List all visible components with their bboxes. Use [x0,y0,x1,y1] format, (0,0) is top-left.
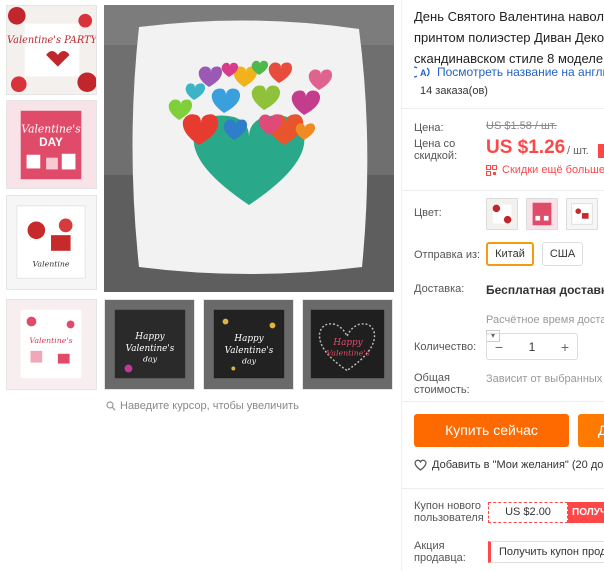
seller-promo-label: Акция продавца: [414,540,466,564]
product-title: День Святого Валентина навол принтом пол… [414,6,604,69]
translate-icon: A [414,66,430,78]
buy-now-button[interactable]: Купить сейчас [414,414,569,447]
more-discounts-link[interactable]: Скидки ещё больше [486,164,604,176]
discount-price: US $1.26 [486,137,566,158]
divider [402,401,604,402]
svg-text:Happy: Happy [134,332,165,342]
ship-from-usa[interactable]: США [542,242,583,266]
get-coupon-button[interactable]: ПОЛУЧ [568,502,604,523]
title-line-2: принтом полиэстер Диван Деко [414,30,604,45]
discount-price-label: Цена со скидкой: [414,138,457,162]
main-product-image[interactable] [104,5,394,292]
svg-text:Valentine's: Valentine's [21,122,81,135]
wishlist-text[interactable]: Добавить в "Мои желания" (20 доб [432,459,604,471]
color-swatch-1[interactable] [486,198,518,230]
divider [402,488,604,489]
add-to-cart-button[interactable]: Д [578,414,604,447]
color-swatch-3[interactable] [566,198,598,230]
product-info-panel: День Святого Валентина навол принтом пол… [401,0,604,571]
svg-text:A: A [420,68,427,78]
ship-from-china[interactable]: Китай [486,242,534,266]
thumbnail-1[interactable]: Valentine's PARTY [6,5,97,95]
translate-title-link[interactable]: A Посмотреть название на английс [414,65,604,79]
divider [402,108,604,109]
seller-label-line-2: продавца: [414,552,466,564]
svg-text:day: day [242,357,257,366]
svg-text:Valentine's: Valentine's [326,349,369,358]
coupon-label-line-1: Купон нового [414,500,482,512]
thumbnail-7[interactable]: Happy Valentine's [302,299,393,390]
seller-label-line-1: Акция [414,540,445,552]
svg-text:Valentine: Valentine [32,259,69,268]
total-label-line-1: Общая [414,372,450,384]
thumbnail-2[interactable]: Valentine's DAY [6,100,97,189]
zoom-hint: Наведите курсор, чтобы увеличить [106,400,299,412]
get-seller-coupon-button[interactable]: Получить купон продав [488,541,604,563]
qr-icon [486,164,497,176]
old-price: US $1.58 / шт. [486,120,557,132]
total-label: Общая стоимость: [414,372,470,396]
new-user-coupon-label: Купон нового пользователя [414,500,484,524]
quantity-stepper: − 1 + [486,333,578,360]
title-line-1: День Святого Валентина навол [414,9,604,24]
translate-link-text[interactable]: Посмотреть название на английс [437,65,604,79]
orders-count: 14 заказа(ов) [420,85,488,97]
total-price-note: Зависит от выбранных з [486,373,604,385]
color-label: Цвет: [414,207,442,219]
discount-badge [598,144,604,158]
delivery-label: Доставка: [414,283,465,295]
discount-label-line-2: скидкой: [414,150,458,162]
thumbnail-3[interactable]: Valentine [6,195,97,290]
heart-icon [414,459,427,471]
quantity-minus-button[interactable]: − [487,339,511,355]
svg-text:Valentine's: Valentine's [225,346,274,356]
new-user-coupon-value: US $2.00 [488,502,568,523]
price-unit: / шт. [567,145,589,157]
quantity-input[interactable]: 1 [511,340,553,354]
svg-text:day: day [143,355,158,364]
total-label-line-2: стоимость: [414,384,470,396]
svg-text:Happy: Happy [233,334,264,344]
divider [402,190,604,191]
svg-text:DAY: DAY [39,136,63,149]
estimated-delivery: Расчётное время достав [486,314,604,326]
quantity-plus-button[interactable]: + [553,339,577,355]
magnifier-icon [106,401,116,411]
zoom-hint-text: Наведите курсор, чтобы увеличить [120,400,299,412]
svg-text:Valentine's PARTY: Valentine's PARTY [7,35,96,46]
discount-label-line-1: Цена со [414,138,456,150]
thumbnail-4[interactable]: Valentine's [6,299,97,390]
svg-text:Happy: Happy [332,338,363,348]
free-delivery[interactable]: Бесплатная доставка в [486,283,604,297]
add-to-wishlist[interactable]: Добавить в "Мои желания" (20 доб [414,459,604,471]
more-discounts-text[interactable]: Скидки ещё больше [502,164,604,176]
coupon-label-line-2: пользователя [414,512,484,524]
price-label: Цена: [414,122,444,134]
ship-from-label: Отправка из: [414,249,481,261]
svg-text:Valentine's: Valentine's [126,344,175,354]
thumbnail-5[interactable]: Happy Valentine's day [104,299,195,390]
quantity-label: Количество: [414,341,477,353]
color-swatch-2[interactable] [526,198,558,230]
thumbnail-6[interactable]: Happy Valentine's day [203,299,294,390]
svg-text:Valentine's: Valentine's [29,336,72,345]
